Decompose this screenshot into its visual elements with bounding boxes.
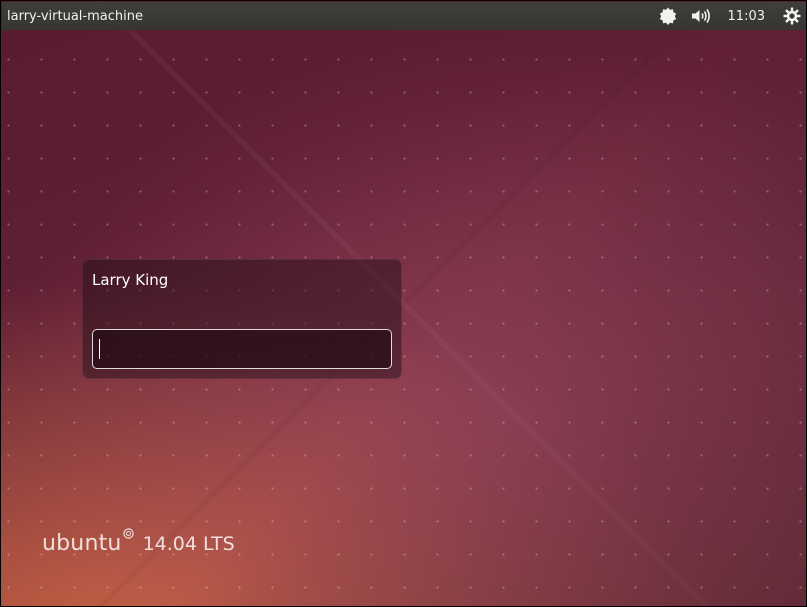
text-cursor xyxy=(99,339,100,359)
session-indicator[interactable] xyxy=(777,2,806,30)
circle-of-friends-icon xyxy=(122,528,134,539)
login-screen: larry-virtual-machine 11:03 Larry King u… xyxy=(0,0,807,607)
top-panel: larry-virtual-machine 11:03 xyxy=(2,2,806,30)
clock[interactable]: 11:03 xyxy=(718,2,777,30)
password-input[interactable] xyxy=(92,329,392,369)
ubuntu-branding: ubuntu 14.04 LTS xyxy=(42,528,235,556)
ubuntu-wordmark: ubuntu xyxy=(42,531,122,556)
indicator-area: 11:03 xyxy=(652,2,806,30)
power-icon xyxy=(783,7,801,25)
username-label[interactable]: Larry King xyxy=(92,271,168,289)
version-label: 14.04 LTS xyxy=(142,533,235,555)
accessibility-icon xyxy=(659,7,676,25)
volume-icon xyxy=(691,9,710,23)
hostname-label: larry-virtual-machine xyxy=(7,8,143,24)
login-box: Larry King xyxy=(82,259,402,379)
accessibility-indicator[interactable] xyxy=(652,2,684,30)
sound-indicator[interactable] xyxy=(684,2,718,30)
